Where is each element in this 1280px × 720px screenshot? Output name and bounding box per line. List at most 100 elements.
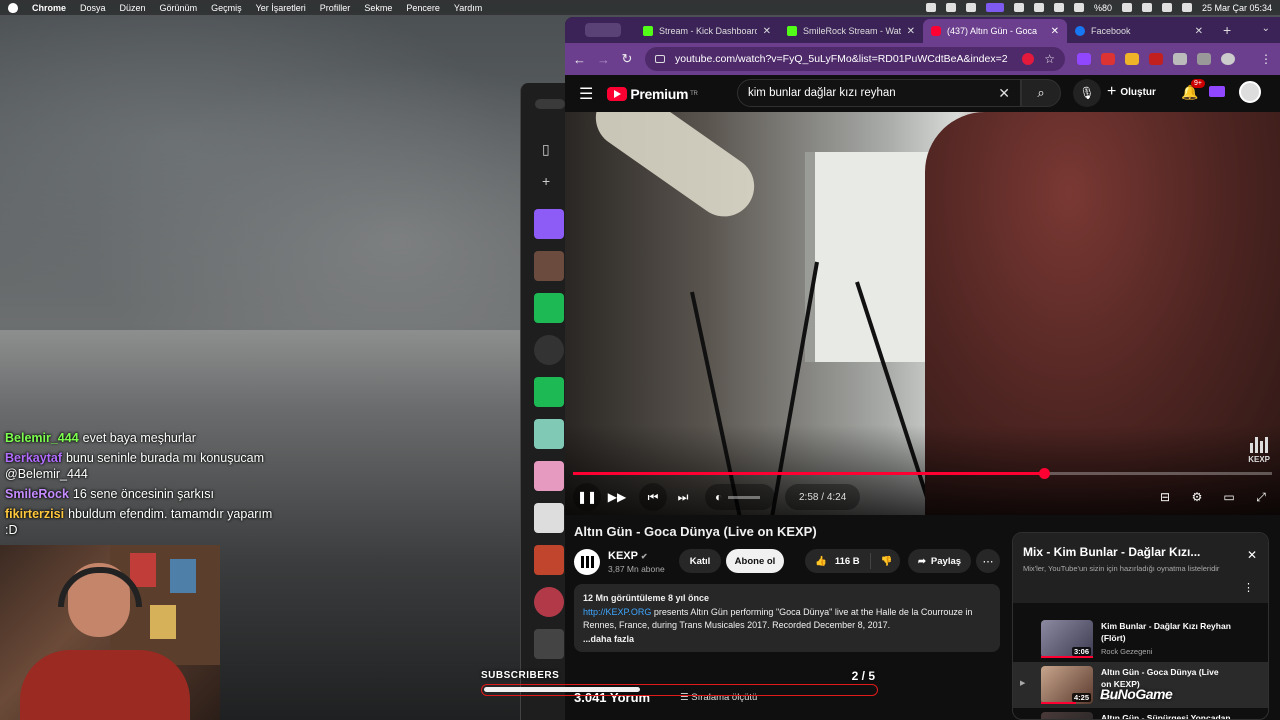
extension-icon[interactable] <box>1125 53 1139 65</box>
sidebar-podcast-cover[interactable] <box>534 335 564 365</box>
account-avatar[interactable] <box>1239 81 1261 103</box>
subscribe-button[interactable]: Abone ol <box>726 549 784 573</box>
tray-app-icon[interactable] <box>945 3 956 12</box>
previous-track-icon[interactable]: ⏮ <box>639 483 667 511</box>
twitch-icon[interactable] <box>1209 86 1225 97</box>
control-center-icon[interactable] <box>1181 3 1192 12</box>
browser-menu-icon[interactable]: ⋮ <box>1260 52 1272 66</box>
sidebar-playlist-cover[interactable] <box>534 461 564 491</box>
item-title[interactable]: Altın Gün - Süpürgesi Yoncadan (Live on … <box>1101 712 1231 719</box>
hamburger-menu-icon[interactable]: ☰ <box>579 84 593 104</box>
create-button[interactable]: + Oluştur <box>1107 83 1156 101</box>
sidebar-panel-icon[interactable]: ▯ <box>542 141 550 158</box>
tray-app-icon[interactable] <box>965 3 976 12</box>
tray-app-icon[interactable] <box>925 3 936 12</box>
item-channel[interactable]: Rock Gezegeni <box>1101 647 1231 656</box>
pause-icon[interactable]: ❚❚ <box>573 483 601 511</box>
playlist-thumbnail[interactable] <box>1041 712 1093 719</box>
mix-title[interactable]: Mix - Kim Bunlar - Dağlar Kızı... <box>1023 545 1223 559</box>
channel-name[interactable]: KEXP ✔ <box>608 550 665 562</box>
close-icon[interactable]: ✕ <box>1051 26 1059 37</box>
item-title[interactable]: Kim Bunlar - Dağlar Kızı Reyhan (Flört) <box>1101 620 1231 644</box>
volume-icon[interactable]: ◐ <box>715 490 722 504</box>
tab-group-chip[interactable] <box>585 23 621 37</box>
description-box[interactable]: 12 Mn görüntüleme 8 yıl önce http://KEXP… <box>574 584 1000 652</box>
menu-app-chrome[interactable]: Chrome <box>32 3 66 13</box>
menu-gorunum[interactable]: Görünüm <box>160 3 198 13</box>
twitch-extension-icon[interactable] <box>1077 53 1091 65</box>
back-arrow-icon[interactable]: ← <box>573 52 586 67</box>
menu-pencere[interactable]: Pencere <box>406 3 440 13</box>
more-actions-icon[interactable]: ⋯ <box>976 549 1000 573</box>
playlist-item[interactable]: Altın Gün - Süpürgesi Yoncadan (Live on … <box>1013 708 1268 719</box>
apple-icon[interactable] <box>8 2 18 13</box>
tab-smilerock-stream[interactable]: SmileRock Stream - Watch ✕ <box>779 19 923 43</box>
site-info-icon[interactable] <box>655 55 665 63</box>
dislike-button[interactable]: 👎 <box>871 556 893 567</box>
sidebar-add-icon[interactable]: + <box>542 173 550 189</box>
clear-search-icon[interactable]: ✕ <box>998 85 1010 102</box>
like-button[interactable]: 👍 116 B <box>805 553 871 569</box>
tab-kick-dashboard[interactable]: Stream - Kick Dashboard ✕ <box>635 19 779 43</box>
join-button[interactable]: Katıl <box>679 549 721 573</box>
playlist-item[interactable]: 3:06 Kim Bunlar - Dağlar Kızı Reyhan (Fl… <box>1013 616 1268 662</box>
video-player[interactable]: KEXP ❚❚ ▶▶ ⏮ ⏭ ◐ 2:58 / 4:24 ⊟ ⚙ ▭ ⤢ <box>565 112 1280 515</box>
tab-youtube-video[interactable]: (437) Altın Gün - Goca ✕ <box>923 19 1067 43</box>
share-button[interactable]: ➦ Paylaş <box>908 549 971 573</box>
skip-forward-icon[interactable]: ▶▶ <box>603 483 631 511</box>
battery-icon[interactable] <box>1121 3 1132 12</box>
kexp-link[interactable]: http://KEXP.ORG <box>583 607 651 617</box>
forward-arrow-icon[interactable]: → <box>597 52 610 67</box>
sidebar-playlist-cover[interactable] <box>534 587 564 617</box>
tray-app-icon[interactable] <box>1033 3 1044 12</box>
playlist-menu-icon[interactable]: ⋮ <box>1243 581 1254 594</box>
extension-icon[interactable] <box>1101 53 1115 65</box>
extensions-puzzle-icon[interactable] <box>1173 53 1187 65</box>
sidebar-playlist-cover[interactable] <box>534 251 564 281</box>
profile-avatar-icon[interactable] <box>1221 53 1235 65</box>
volume-control[interactable]: ◐ <box>705 484 775 510</box>
close-icon[interactable]: ✕ <box>907 26 915 37</box>
bookmark-star-icon[interactable]: ☆ <box>1044 52 1055 66</box>
close-icon[interactable]: ✕ <box>1247 548 1257 562</box>
menu-duzen[interactable]: Düzen <box>120 3 146 13</box>
sidebar-playlist-cover[interactable] <box>534 545 564 575</box>
sidebar-folder-icon[interactable] <box>534 293 564 323</box>
menu-gecmis[interactable]: Geçmiş <box>211 3 242 13</box>
seek-bar[interactable] <box>573 468 1272 479</box>
close-icon[interactable]: ✕ <box>763 26 771 37</box>
search-input[interactable]: kim bunlar dağlar kızı reyhan ✕ <box>737 79 1021 107</box>
voice-search-mic-icon[interactable]: 🎙 <box>1073 79 1101 107</box>
spotlight-icon[interactable] <box>1161 3 1172 12</box>
search-value[interactable]: kim bunlar dağlar kızı reyhan <box>748 87 998 99</box>
show-more-link[interactable]: ...daha fazla <box>583 633 991 646</box>
tab-facebook[interactable]: Facebook ✕ <box>1067 19 1211 43</box>
reading-list-icon[interactable] <box>1197 53 1211 65</box>
new-tab-button[interactable]: + <box>1223 22 1231 38</box>
tab-search-chevron-icon[interactable]: ⌄ <box>1262 23 1270 34</box>
subtitles-icon[interactable]: ⊟ <box>1154 490 1176 505</box>
search-button[interactable]: ⌕ <box>1021 79 1061 107</box>
sidebar-playlist-cover[interactable] <box>534 503 564 533</box>
theater-mode-icon[interactable]: ▭ <box>1218 490 1240 505</box>
menu-yardim[interactable]: Yardım <box>454 3 482 13</box>
menu-yer-isaretleri[interactable]: Yer İşaretleri <box>256 3 306 13</box>
sidebar-liked-icon[interactable] <box>534 209 564 239</box>
address-url[interactable]: youtube.com/watch?v=FyQ_5uLyFMo&list=RD0… <box>675 53 1022 65</box>
sidebar-playlist-cover[interactable] <box>534 419 564 449</box>
menu-profiller[interactable]: Profiller <box>320 3 351 13</box>
channel-info[interactable]: KEXP ✔ 3,87 Mn abone <box>574 549 665 575</box>
address-bar[interactable]: youtube.com/watch?v=FyQ_5uLyFMo&list=RD0… <box>645 47 1065 71</box>
menubar-datetime[interactable]: 25 Mar Çar 05:34 <box>1202 3 1272 13</box>
battery-percent[interactable]: %80 <box>1094 3 1112 13</box>
youtube-premium-logo[interactable]: Premium TR <box>607 86 698 102</box>
recording-indicator-icon[interactable] <box>1022 53 1035 65</box>
fullscreen-icon[interactable]: ⤢ <box>1250 490 1272 505</box>
tray-bluetooth-icon[interactable] <box>1073 3 1084 12</box>
extension-icon[interactable] <box>1149 53 1163 65</box>
playlist-thumbnail[interactable]: 3:06 <box>1041 620 1093 658</box>
menu-sekme[interactable]: Sekme <box>364 3 392 13</box>
tray-volume-icon[interactable] <box>1053 3 1064 12</box>
close-icon[interactable]: ✕ <box>1195 26 1203 37</box>
next-track-icon[interactable]: ⏭ <box>669 483 697 511</box>
